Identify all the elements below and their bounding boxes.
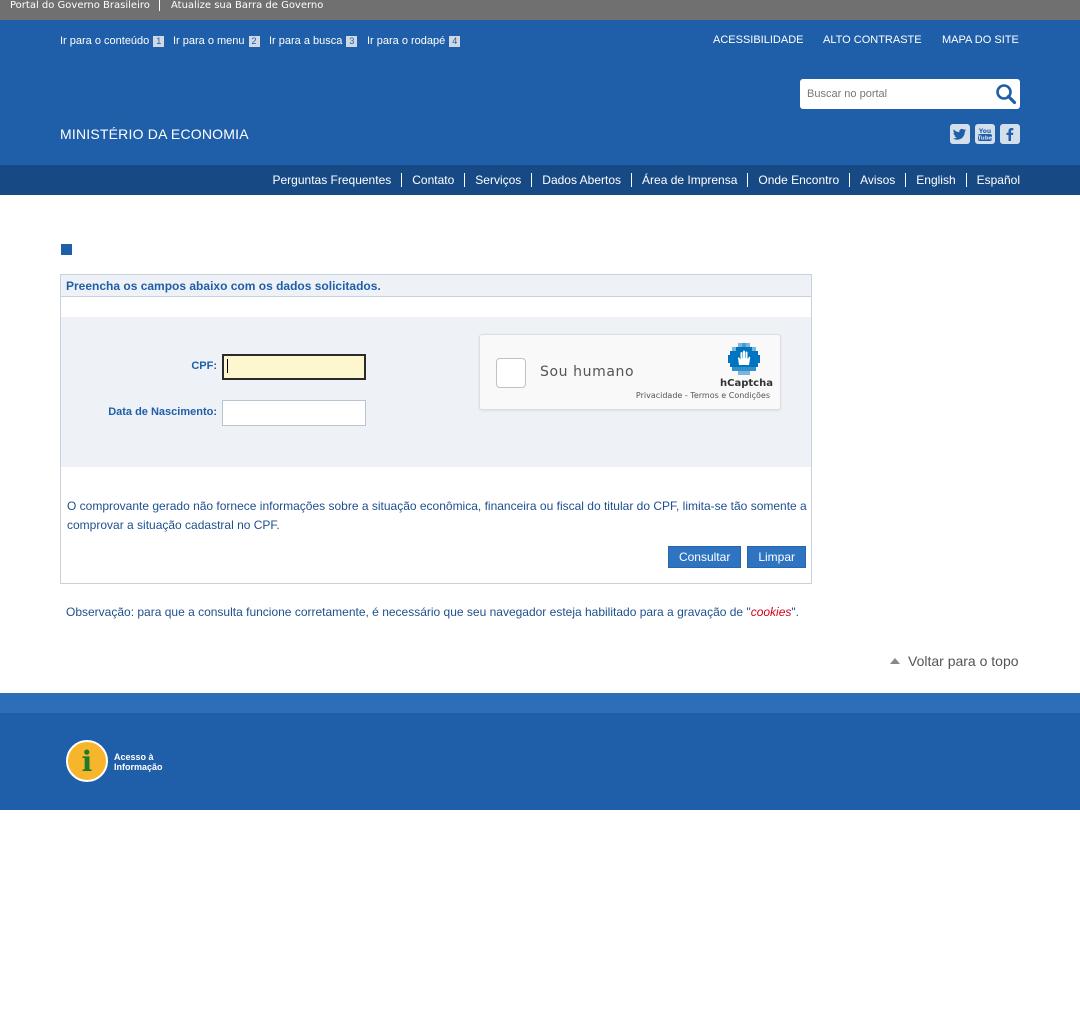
youtube-icon[interactable]: You Tube: [975, 124, 995, 144]
accessibility-link[interactable]: ACESSIBILIDADE: [713, 34, 803, 46]
nav-item-contact[interactable]: Contato: [401, 173, 464, 187]
back-to-top-label: Voltar para o topo: [908, 653, 1019, 669]
search-box: [800, 79, 1020, 109]
hcaptcha-logo-icon: [728, 343, 760, 375]
gov-bar: Portal do Governo Brasileiro Atualize su…: [0, 0, 1080, 20]
nav-item-where-to-find[interactable]: Onde Encontro: [747, 173, 849, 187]
footer-strip: [0, 693, 1080, 713]
form-fields-area: CPF: Data de Nascimento: Sou humano hCap…: [61, 317, 811, 467]
cpf-input[interactable]: [222, 354, 366, 380]
cookies-observation: Observação: para que a consulta funcione…: [66, 605, 799, 619]
sitemap-link[interactable]: MAPA DO SITE: [942, 34, 1019, 46]
captcha-legal-links[interactable]: Privacidade - Termos e Condições: [636, 391, 770, 400]
notice-text: O comprovante gerado não fornece informa…: [67, 499, 807, 532]
text-cursor: [227, 359, 228, 373]
cookies-text: cookies: [750, 605, 792, 619]
search-icon[interactable]: [995, 83, 1017, 105]
main-nav: Perguntas Frequentes Contato Serviços Da…: [0, 165, 1080, 195]
nav-item-services[interactable]: Serviços: [464, 173, 531, 187]
access-to-information-logo[interactable]: Acesso à Informação: [66, 740, 166, 784]
submit-button[interactable]: Consultar: [667, 546, 742, 568]
facebook-icon[interactable]: [1000, 124, 1020, 144]
birth-date-input[interactable]: [222, 400, 366, 426]
form-buttons: Consultar Limpar: [667, 546, 806, 568]
captcha-label: Sou humano: [540, 364, 635, 380]
nav-item-press[interactable]: Área de Imprensa: [631, 173, 747, 187]
skip-to-search-link[interactable]: Ir para a busca 3: [269, 35, 358, 47]
page-bullet-icon: [61, 244, 72, 255]
form-header: Preencha os campos abaixo com os dados s…: [61, 275, 811, 297]
twitter-icon[interactable]: [950, 124, 970, 144]
ministry-title: MINISTÉRIO DA ECONOMIA: [60, 126, 249, 142]
nav-item-faq[interactable]: Perguntas Frequentes: [263, 173, 402, 187]
lai-line2: Informação: [114, 762, 163, 772]
nav-item-notices[interactable]: Avisos: [849, 173, 905, 187]
birth-date-label: Data de Nascimento:: [108, 406, 217, 418]
search-input[interactable]: [800, 79, 990, 109]
back-to-top-link[interactable]: Voltar para o topo: [890, 653, 1019, 669]
nav-item-spanish[interactable]: Español: [965, 173, 1020, 187]
gov-update-link[interactable]: Atualize sua Barra de Governo: [171, 0, 323, 12]
svg-text:You: You: [978, 128, 991, 135]
gov-bar-divider: [159, 0, 160, 11]
lai-line1: Acesso à: [114, 752, 154, 762]
arrow-up-icon: [890, 658, 900, 664]
cpf-label: CPF:: [191, 360, 217, 372]
nav-item-english[interactable]: English: [905, 173, 965, 187]
svg-text:Tube: Tube: [978, 136, 993, 142]
captcha-checkbox[interactable]: [496, 358, 526, 388]
captcha-brand: hCaptcha: [720, 378, 773, 389]
hcaptcha-widget: Sou humano hCaptcha Privacidade - Termos…: [479, 334, 781, 410]
information-icon: [66, 740, 108, 782]
cpf-form-panel: Preencha os campos abaixo com os dados s…: [60, 274, 812, 584]
site-header: Ir para o conteúdo 1 Ir para o menu 2 Ir p…: [0, 20, 1080, 165]
skip-to-menu-link[interactable]: Ir para o menu 2: [173, 35, 260, 47]
nav-item-open-data[interactable]: Dados Abertos: [531, 173, 631, 187]
form-header-text: Preencha os campos abaixo com os dados s…: [66, 279, 381, 293]
site-footer: Acesso à Informação: [0, 713, 1080, 810]
skip-to-footer-link[interactable]: Ir para o rodapé 4: [367, 35, 461, 47]
skip-to-content-link[interactable]: Ir para o conteúdo 1: [60, 35, 165, 47]
gov-portal-link[interactable]: Portal do Governo Brasileiro: [10, 0, 150, 12]
high-contrast-link[interactable]: ALTO CONTRASTE: [823, 34, 922, 46]
clear-button[interactable]: Limpar: [747, 546, 806, 568]
